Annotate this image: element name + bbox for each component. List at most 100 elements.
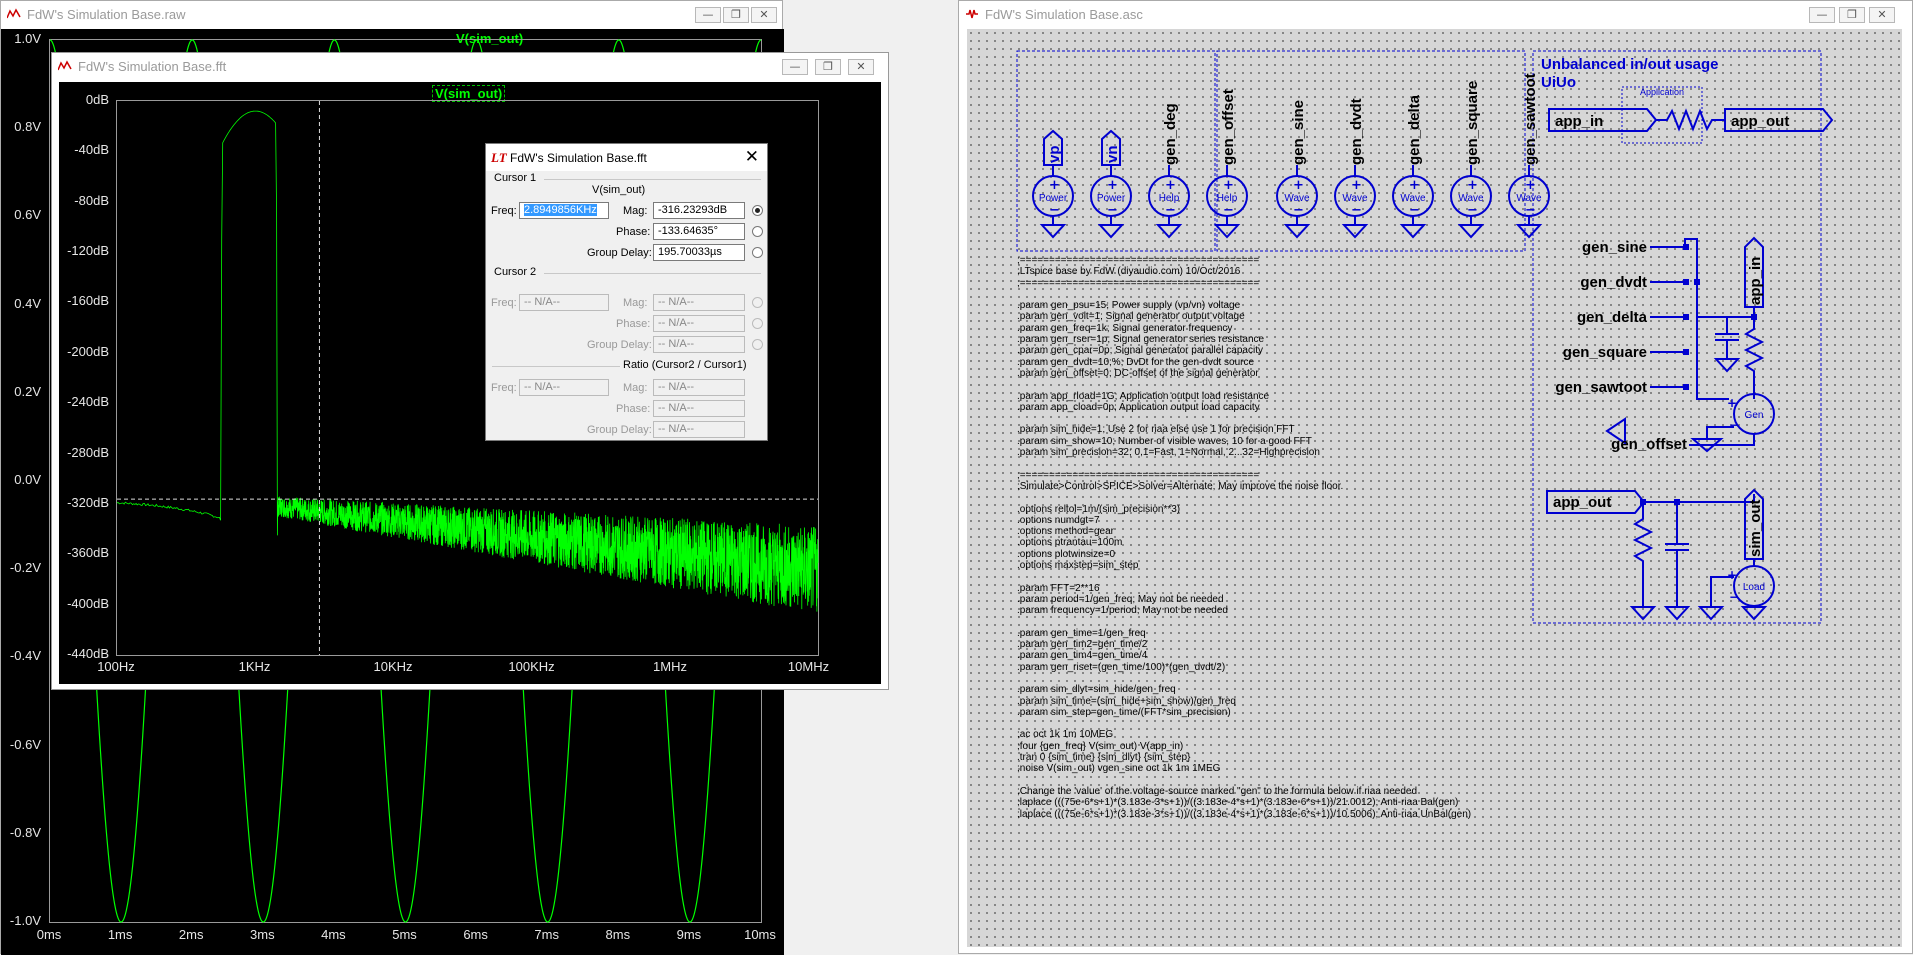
cursor-dialog-titlebar[interactable]: LT FdW's Simulation Base.fft ✕ (486, 144, 767, 171)
cursor2-freq-field[interactable]: -- N/A-- (519, 294, 609, 311)
spice-line[interactable]: .options numdgt=7 (1017, 515, 1471, 526)
raw-window-titlebar[interactable]: FdW's Simulation Base.raw — ❐ ✕ (1, 1, 782, 29)
asc-window-titlebar[interactable]: FdW's Simulation Base.asc — ❐ ✕ (959, 1, 1912, 29)
spice-line[interactable]: .param gen_offset=0; DC-offset of the si… (1017, 368, 1471, 379)
close-icon[interactable]: ✕ (745, 147, 759, 167)
ratio-mag-field[interactable]: -- N/A-- (653, 379, 745, 396)
spice-line[interactable]: .options method=gear (1017, 526, 1471, 537)
cursor2-gd-radio[interactable] (752, 339, 763, 350)
spice-line[interactable] (1017, 413, 1471, 424)
cursor2-mag-field[interactable]: -- N/A-- (653, 294, 745, 311)
spice-line[interactable]: .param app_rload=1G; Application output … (1017, 391, 1471, 402)
fft-y-tick: -280dB (67, 444, 109, 460)
cursor1-phase-radio[interactable] (752, 226, 763, 237)
schematic-window[interactable]: FdW's Simulation Base.asc — ❐ ✕ vp + Power… (958, 0, 1913, 954)
plus-sign: + (1351, 178, 1362, 193)
close-button[interactable]: ✕ (751, 7, 777, 23)
spice-line[interactable]: ;four {gen_freq} V(sim_out) V(app_in) (1017, 741, 1471, 752)
spice-line[interactable] (1017, 289, 1471, 300)
spice-line[interactable]: .param gen_time=1/gen_freq (1017, 628, 1471, 639)
raw-y-tick: 0.2V (14, 383, 41, 399)
spice-line[interactable]: .param gen_riset=(gen_time/100)*(gen_dvd… (1017, 662, 1471, 673)
spice-line[interactable]: .param gen_volt=1; Signal generator outp… (1017, 311, 1471, 322)
spice-line[interactable] (1017, 775, 1471, 786)
spice-line[interactable] (1017, 492, 1471, 503)
spice-line[interactable]: .param FFT=2**16 (1017, 583, 1471, 594)
spice-line[interactable]: .param gen_dvdt=10;%; DvDt for the gen-d… (1017, 357, 1471, 368)
cursor1-phase-label: Phase: (616, 226, 651, 238)
fft-y-tick: -360dB (67, 545, 109, 561)
schematic-canvas[interactable]: vp + Power − vn + Power − gen_deg + Help − gen_offse… (967, 29, 1902, 947)
spice-line[interactable]: ;=======================================… (1017, 470, 1471, 481)
spice-line[interactable]: .param gen_tim2=gen_time/2 (1017, 639, 1471, 650)
spice-line[interactable]: .param gen_psu=15; Power supply (vp/vn) … (1017, 300, 1471, 311)
raw-x-tick: 1ms (107, 927, 133, 942)
spice-line[interactable]: .tran 0 {sim_time} {sim_dlyt} {sim_step} (1017, 752, 1471, 763)
ratio-freq-field[interactable]: -- N/A-- (519, 379, 609, 396)
cursor1-radio[interactable] (752, 205, 763, 216)
spice-line[interactable]: ;laplace (((75e-6*s+1)*(3.183e-3*s+1))/(… (1017, 809, 1471, 820)
spice-line[interactable]: ;Change the 'value' of the voltage-sourc… (1017, 786, 1471, 797)
cursor2-gd-field[interactable]: -- N/A-- (653, 336, 745, 353)
cursor2-radio[interactable] (752, 297, 763, 308)
ratio-gd-field[interactable]: -- N/A-- (653, 421, 745, 438)
spice-line[interactable]: ;ac oct 1k 1m 10MEG (1017, 729, 1471, 740)
cursor1-gd-radio[interactable] (752, 247, 763, 258)
ground-icon (1283, 224, 1311, 239)
raw-x-tick: 2ms (178, 927, 204, 942)
spice-line[interactable] (1017, 571, 1471, 582)
cursor1-phase-field[interactable]: -133.64635° (653, 223, 745, 240)
spice-line[interactable]: .param sim_step=gen_time/(FFT*sim_precis… (1017, 707, 1471, 718)
spice-line[interactable]: .options plotwinsize=0 (1017, 549, 1471, 560)
minus-sign: − (1351, 203, 1362, 218)
plus-sign: + (1525, 178, 1536, 193)
spice-line[interactable]: .param gen_rser=1p; Signal generator ser… (1017, 334, 1471, 345)
spice-line[interactable] (1017, 617, 1471, 628)
spice-line[interactable]: .param gen_freq=1k; Signal generator fre… (1017, 323, 1471, 334)
spice-line[interactable]: .param gen_cpar=0p; Signal generator par… (1017, 345, 1471, 356)
spice-line[interactable]: ;LTspice base by FdW (diyaudio.com) 10/O… (1017, 266, 1471, 277)
spice-line[interactable]: ;=======================================… (1017, 278, 1471, 289)
spice-line[interactable]: .param sim_hide=1; Use 2 for riaa else u… (1017, 424, 1471, 435)
cursor1-freq-field[interactable]: 2.8949856KHz (519, 202, 609, 219)
minimize-button[interactable]: — (695, 7, 721, 23)
minimize-button[interactable]: — (1809, 7, 1835, 23)
cursor1-mag-field[interactable]: -316.23293dB (653, 202, 745, 219)
cursor2-phase-field[interactable]: -- N/A-- (653, 315, 745, 332)
spice-line[interactable]: ;=======================================… (1017, 255, 1471, 266)
spice-line[interactable] (1017, 673, 1471, 684)
plus-sign: + (1049, 178, 1060, 193)
net-label: vp (1046, 145, 1063, 163)
spice-line[interactable]: .param sim_precision=32; 0,1=Fast, 1=Nor… (1017, 447, 1471, 458)
spice-line[interactable]: .options ptrantau=100m (1017, 537, 1471, 548)
asc-window-title: FdW's Simulation Base.asc (985, 7, 1143, 22)
fft-window-titlebar[interactable]: FdW's Simulation Base.fft — ❐ ✕ (52, 53, 888, 81)
spice-line[interactable]: .param sim_time=(sim_hide+sim_show)/gen_… (1017, 696, 1471, 707)
spice-line[interactable]: ;laplace (((75e-6*s+1)*(3.183e-3*s+1))/(… (1017, 797, 1471, 808)
spice-line[interactable] (1017, 458, 1471, 469)
close-button[interactable]: ✕ (848, 59, 874, 75)
spice-directives[interactable]: ;=======================================… (1017, 255, 1471, 820)
minimize-button[interactable]: — (782, 59, 808, 75)
maximize-button[interactable]: ❐ (723, 7, 749, 23)
spice-line[interactable]: .param gen_tim4=gen_time/4 (1017, 650, 1471, 661)
ratio-phase-field[interactable]: -- N/A-- (653, 400, 745, 417)
spice-line[interactable] (1017, 379, 1471, 390)
close-button[interactable]: ✕ (1869, 7, 1895, 23)
spice-line[interactable]: .param period=1/gen_freq; May not be nee… (1017, 594, 1471, 605)
maximize-button[interactable]: ❐ (815, 59, 841, 75)
spice-line[interactable] (1017, 718, 1471, 729)
cursor1-gd-field[interactable]: 195.70033µs (653, 244, 745, 261)
cursor-dialog[interactable]: LT FdW's Simulation Base.fft ✕ Cursor 1 … (485, 143, 768, 441)
spice-line[interactable]: .param app_cload=0p; Application output … (1017, 402, 1471, 413)
cursor2-phase-radio[interactable] (752, 318, 763, 329)
spice-line[interactable]: .options reltol=1m/(sim_precision**3) (1017, 504, 1471, 515)
spice-line[interactable]: .param frequency=1/period; May not be ne… (1017, 605, 1471, 616)
spice-line[interactable]: .options maxstep=sim_step (1017, 560, 1471, 571)
ground-icon (1213, 224, 1241, 239)
spice-line[interactable]: ;noise V(sim_out) vgen_sine oct 1k 1m 1M… (1017, 763, 1471, 774)
spice-line[interactable]: .param sim_dlyt=sim_hide/gen_freq (1017, 684, 1471, 695)
maximize-button[interactable]: ❐ (1839, 7, 1865, 23)
spice-line[interactable]: ;Simulate>Control>SPICE>Solver=Alternate… (1017, 481, 1471, 492)
spice-line[interactable]: .param sim_show=10; Number of visible wa… (1017, 436, 1471, 447)
